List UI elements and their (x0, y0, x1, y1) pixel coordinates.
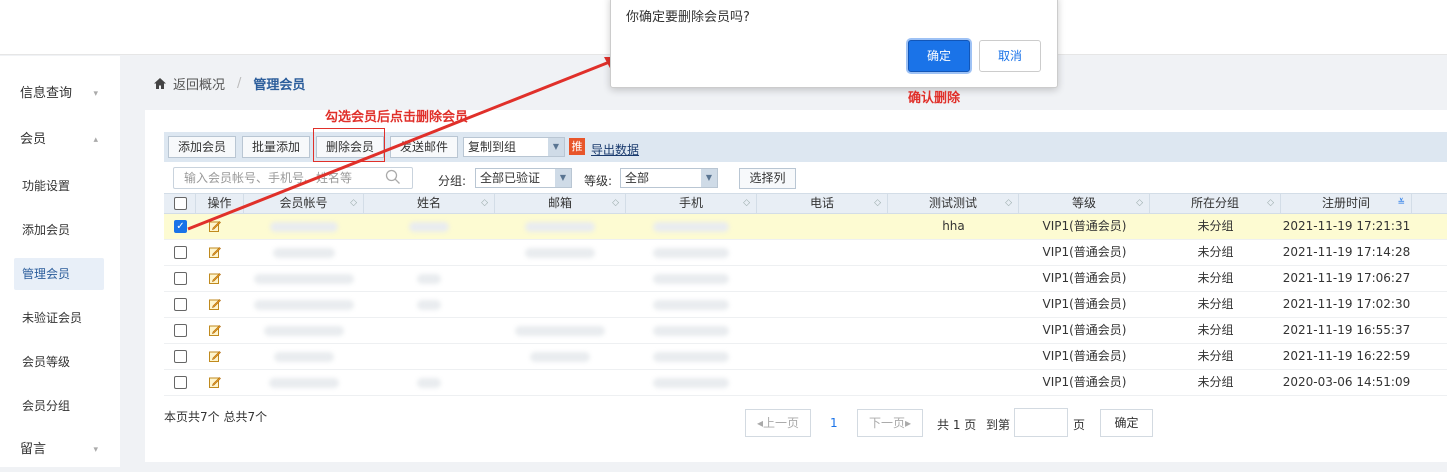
dialog-ok-button[interactable]: 确定 (908, 40, 970, 72)
dialog-cancel-button[interactable]: 取消 (979, 40, 1041, 72)
dialog-message: 你确定要删除会员吗? (626, 10, 750, 25)
confirm-dialog: 你确定要删除会员吗? 确定 取消 (610, 0, 1058, 88)
annotation-confirm-delete: 确认删除 (908, 91, 961, 106)
